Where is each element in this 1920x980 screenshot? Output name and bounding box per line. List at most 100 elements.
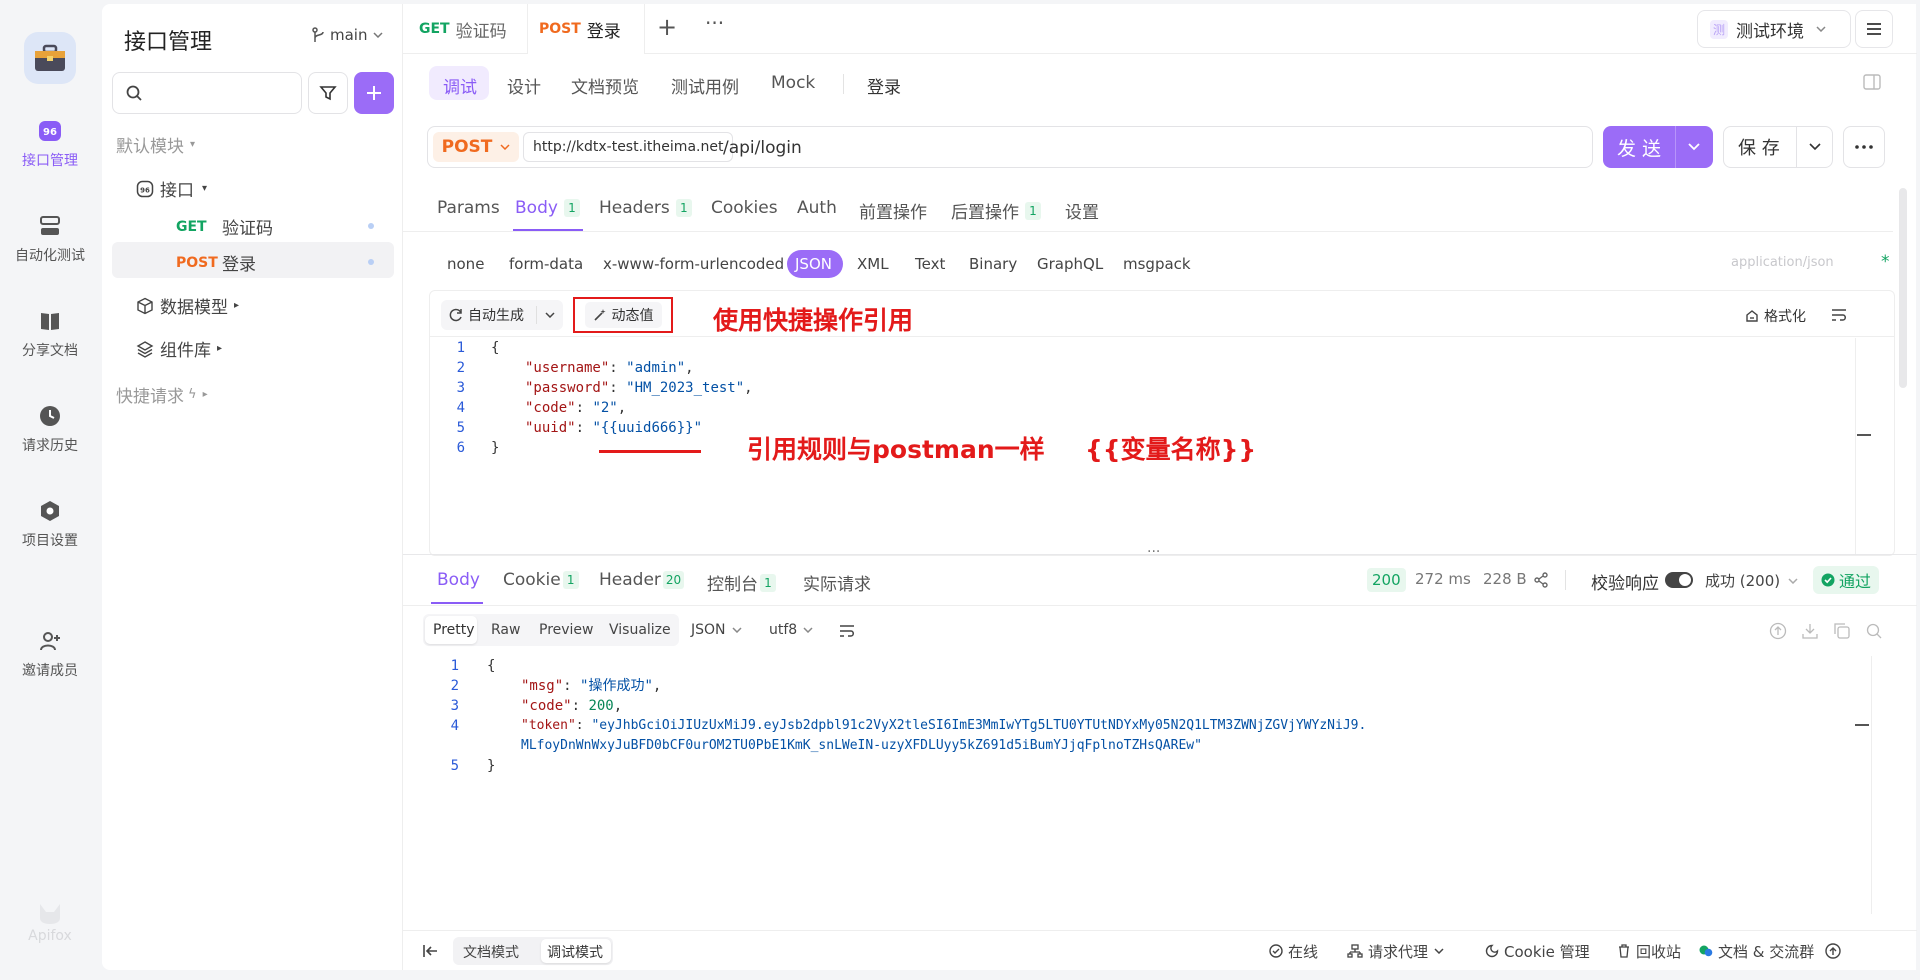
response-tab-header[interactable]: Header 20 [599,570,685,590]
view-pretty[interactable]: Pretty [433,622,475,638]
branch-selector[interactable]: main [312,26,384,44]
param-tab-params[interactable]: Params [437,198,500,218]
subtab-debug[interactable]: 调试 [443,73,477,98]
subtab-mock[interactable]: Mock [771,73,815,93]
auto-generate-button[interactable]: 自动生成 [441,300,563,330]
save-button[interactable]: 保 存 [1723,126,1833,168]
body-type-none[interactable]: none [447,255,484,273]
search-input[interactable] [151,84,291,102]
add-button[interactable] [354,72,394,114]
validate-toggle[interactable] [1665,572,1693,588]
result-select[interactable]: 成功 (200) [1705,570,1798,591]
code-line[interactable]: MLfoyDnWnWxyJuBFD0bCF0urOM2TU0PbE1KmK_sn… [521,736,1202,756]
request-proxy[interactable]: 请求代理 [1347,931,1449,971]
send-button[interactable]: 发 送 [1603,126,1713,168]
search-icon[interactable] [1865,622,1883,640]
base-url-chip[interactable]: http://kdtx-test.itheima.net [523,132,734,162]
body-type-form-data[interactable]: form-data [509,255,583,273]
online-status[interactable]: 在线 [1269,931,1318,971]
param-tab-auth[interactable]: Auth [797,198,837,218]
code-line[interactable]: "msg": "操作成功", [521,676,661,696]
scroll-top-button[interactable] [1825,931,1846,971]
code-line[interactable]: "code": "2", [525,398,626,418]
search-box[interactable] [112,72,302,114]
add-tab-button[interactable]: + [657,4,677,50]
main-scrollbar[interactable] [1899,188,1907,388]
format-select[interactable]: JSON [691,622,742,638]
subtab-design[interactable]: 设计 [507,73,541,98]
project-avatar[interactable] [24,32,76,84]
dynamic-value-button[interactable]: 动态值 [573,297,673,333]
mode-debug[interactable]: 调试模式 [547,942,603,962]
format-button[interactable]: 格式化 [1745,306,1806,326]
wrap-lines-button[interactable] [1831,308,1847,322]
body-type-msgpack[interactable]: msgpack [1123,255,1191,273]
code-line[interactable]: "token": "eyJhbGciOiJIUzUxMiJ9.eyJsb2dpb… [521,716,1366,736]
view-raw[interactable]: Raw [491,622,520,638]
tree-quick-requests[interactable]: 快捷请求 ϟ ▸ [116,382,208,407]
response-scrollbar[interactable] [1871,656,1872,914]
code-line[interactable]: "username": "admin", [525,358,694,378]
tree-components[interactable]: 组件库 ▸ [136,336,222,361]
rail-item-automation[interactable]: 自动化测试 [0,211,100,265]
cookie-manager[interactable]: Cookie 管理 [1485,931,1590,971]
response-tab-cookie[interactable]: Cookie 1 [503,570,579,590]
response-tab-console[interactable]: 控制台 1 [707,570,776,595]
side-panel-toggle[interactable] [1863,74,1881,90]
rail-item-invite[interactable]: 邀请成员 [0,626,100,680]
code-line[interactable]: } [491,438,499,458]
community[interactable]: 文档 & 交流群 [1699,931,1814,971]
tab-post-login[interactable]: POST 登录 [539,6,621,52]
body-type-json[interactable]: JSON [795,255,832,273]
code-line[interactable]: { [487,656,495,676]
body-type-urlencoded[interactable]: x-www-form-urlencoded [603,255,784,273]
body-type-text[interactable]: Text [915,255,945,273]
upload-icon[interactable] [1769,622,1787,640]
param-tab-headers[interactable]: Headers 1 [599,198,692,218]
path-input[interactable]: /api/login [723,138,802,158]
view-preview[interactable]: Preview [539,622,594,638]
tree-folder[interactable]: 96 接口 ▾ [136,176,207,201]
editor-scrollbar[interactable] [1855,338,1856,554]
param-tab-body[interactable]: Body 1 [515,198,580,218]
param-tab-post-actions[interactable]: 后置操作 1 [951,198,1041,223]
rail-item-share-docs[interactable]: 分享文档 [0,306,100,360]
environment-selector[interactable]: 测 测试环境 [1697,10,1851,48]
rail-item-api[interactable]: 96 接口管理 [0,116,100,170]
param-tab-cookies[interactable]: Cookies [711,198,778,218]
subtab-test-cases[interactable]: 测试用例 [671,73,739,98]
code-line[interactable]: } [487,756,495,776]
mode-doc[interactable]: 文档模式 [463,942,519,962]
subtab-doc-preview[interactable]: 文档预览 [571,73,639,98]
code-line[interactable]: "password": "HM_2023_test", [525,378,753,398]
copy-icon[interactable] [1833,622,1851,640]
rail-item-history[interactable]: 请求历史 [0,401,100,455]
filter-button[interactable] [308,72,348,114]
response-tab-actual-request[interactable]: 实际请求 [803,570,871,595]
method-select[interactable]: POST [433,132,519,162]
encoding-select[interactable]: utf8 [769,622,813,638]
menu-button[interactable] [1855,10,1893,48]
more-tabs-button[interactable]: ··· [705,0,724,46]
code-line[interactable]: { [491,338,499,358]
body-type-xml[interactable]: XML [857,255,889,273]
body-type-binary[interactable]: Binary [969,255,1017,273]
rail-item-project-settings[interactable]: 项目设置 [0,496,100,550]
trash[interactable]: 回收站 [1617,931,1681,971]
more-options-button[interactable] [1843,126,1885,168]
download-icon[interactable] [1801,622,1819,640]
response-tab-body[interactable]: Body [437,570,480,590]
tree-endpoint-get[interactable]: GET 验证码 [176,214,396,239]
param-tab-settings[interactable]: 设置 [1065,198,1099,223]
tree-data-models[interactable]: 数据模型 ▸ [136,293,239,318]
code-line[interactable]: "uuid": "{{uuid666}}" [525,418,702,438]
code-line[interactable]: "code": 200, [521,696,622,716]
param-tab-pre-actions[interactable]: 前置操作 [859,198,927,223]
tree-default-module[interactable]: 默认模块 ▾ [116,132,195,157]
collapse-sidebar-button[interactable] [423,931,444,971]
share-button[interactable] [1533,572,1549,588]
tree-endpoint-post[interactable]: POST 登录 [176,250,396,275]
body-type-graphql[interactable]: GraphQL [1037,255,1103,273]
view-visualize[interactable]: Visualize [609,622,671,638]
tab-get-captcha[interactable]: GET 验证码 [419,6,507,52]
